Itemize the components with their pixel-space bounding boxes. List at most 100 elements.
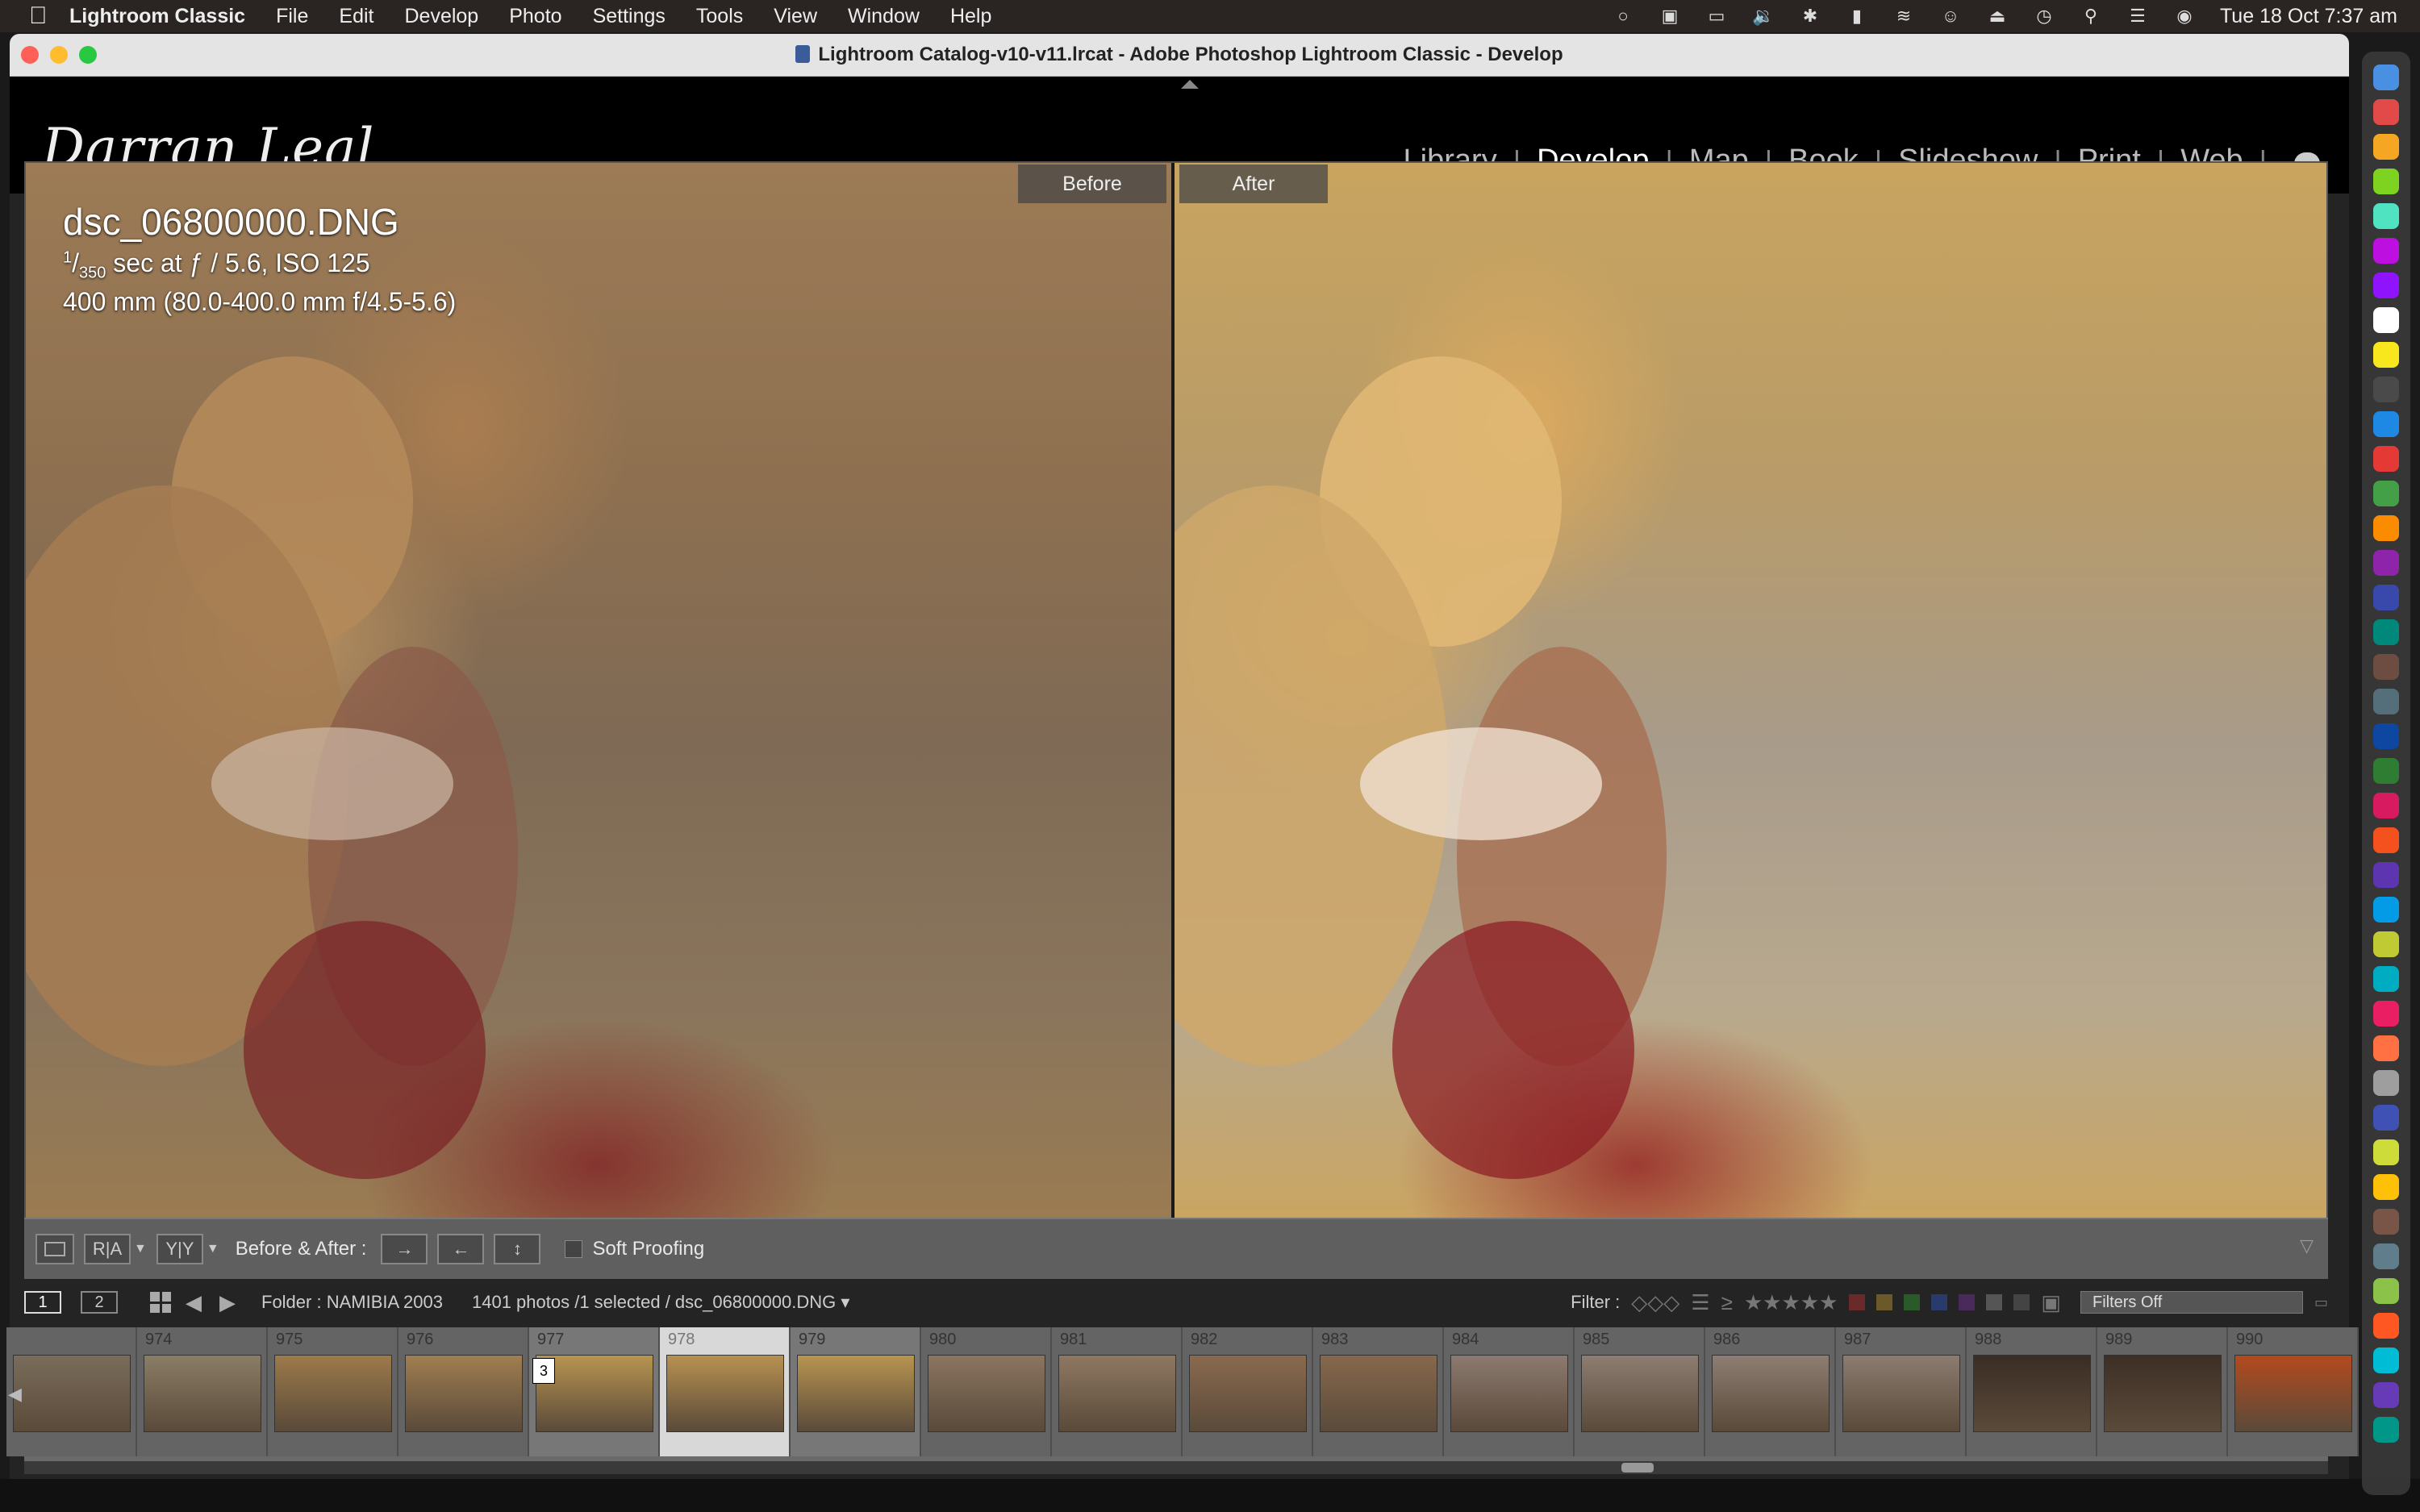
filmstrip-frame[interactable]: 985 (1575, 1327, 1705, 1456)
filmstrip-frame[interactable]: 976 (398, 1327, 529, 1456)
flag-filter-icon[interactable]: ◇◇◇ (1631, 1290, 1679, 1315)
main-window-button[interactable]: 1 (24, 1291, 61, 1314)
soft-proofing-checkbox[interactable] (565, 1240, 583, 1258)
wifi-icon[interactable]: ≋ (1892, 6, 1915, 26)
swap-before-after-button[interactable]: ↕ (494, 1234, 541, 1264)
dock-app-icon[interactable] (2373, 238, 2399, 264)
dock-app-icon[interactable] (2373, 273, 2399, 298)
yy-dropdown-icon[interactable]: ▼ (207, 1242, 219, 1256)
dock-app-icon[interactable] (2373, 1139, 2399, 1165)
battery-icon[interactable]: ▮ (1846, 6, 1868, 26)
dock-app-icon[interactable] (2373, 793, 2399, 818)
user-icon[interactable]: ☺ (1939, 6, 1962, 26)
copy-after-to-before-button[interactable]: ← (437, 1234, 485, 1264)
toolbar-menu-chevron-icon[interactable]: ▽ (2300, 1235, 2314, 1256)
blue-label-filter[interactable] (1931, 1294, 1948, 1310)
filters-dropdown[interactable]: Filters Off (2080, 1291, 2303, 1314)
dock-app-icon[interactable] (2373, 1174, 2399, 1200)
dock-app-icon[interactable] (2373, 1313, 2399, 1339)
filmstrip-scrollbar[interactable] (24, 1461, 2328, 1474)
menu-window[interactable]: Window (848, 5, 920, 28)
back-arrow-icon[interactable]: ◀ (186, 1290, 202, 1315)
time-machine-icon[interactable]: ◷ (2033, 6, 2055, 26)
menu-tools[interactable]: Tools (696, 5, 743, 28)
menu-app-name[interactable]: Lightroom Classic (69, 5, 245, 28)
dock-app-icon[interactable] (2373, 619, 2399, 645)
dock-app-icon[interactable] (2373, 1382, 2399, 1408)
menu-view[interactable]: View (774, 5, 817, 28)
filmstrip-frame[interactable]: 982 (1183, 1327, 1313, 1456)
after-photo[interactable]: After (1175, 163, 2326, 1218)
ra-view-button[interactable]: R|A (84, 1234, 131, 1264)
dock-app-icon[interactable] (2373, 931, 2399, 957)
dock-app-icon[interactable] (2373, 169, 2399, 194)
clock[interactable]: Tue 18 Oct 7:37 am (2220, 5, 2397, 28)
dock-app-icon[interactable] (2373, 758, 2399, 784)
filmstrip-frame[interactable]: 990 (2228, 1327, 2359, 1456)
purple-label-filter[interactable] (1959, 1294, 1976, 1310)
dock-app-icon[interactable] (2373, 1070, 2399, 1096)
dock-app-icon[interactable] (2373, 689, 2399, 714)
red-label-filter[interactable] (1849, 1294, 1866, 1310)
dock-app-icon[interactable] (2373, 1035, 2399, 1061)
dock-app-icon[interactable] (2373, 654, 2399, 680)
filter-switch-icon[interactable]: ▭ (2314, 1294, 2328, 1311)
dock-app-icon[interactable] (2373, 515, 2399, 541)
dock-app-icon[interactable] (2373, 723, 2399, 749)
loupe-view-button[interactable] (35, 1234, 74, 1264)
filmstrip-frame[interactable]: 986 (1705, 1327, 1836, 1456)
grid-view-icon[interactable] (150, 1292, 171, 1313)
volume-icon[interactable]: 🔉 (1752, 6, 1775, 26)
dock-app-icon[interactable] (2373, 342, 2399, 368)
dock-app-icon[interactable] (2373, 1243, 2399, 1269)
collapse-top-panel-icon[interactable] (1181, 80, 1199, 89)
filmstrip-frame[interactable]: 977 3 (529, 1327, 660, 1456)
rating-operator-icon[interactable]: ≥ (1721, 1290, 1733, 1315)
menu-photo[interactable]: Photo (509, 5, 561, 28)
dock-app-icon[interactable] (2373, 203, 2399, 229)
menu-file[interactable]: File (276, 5, 308, 28)
dock-app-icon[interactable] (2373, 1347, 2399, 1373)
dock-app-icon[interactable] (2373, 897, 2399, 923)
dock-app-icon[interactable] (2373, 307, 2399, 333)
dock-app-icon[interactable] (2373, 1209, 2399, 1235)
selected-file-dropdown[interactable]: dsc_06800000.DNG ▾ (675, 1292, 850, 1313)
menu-edit[interactable]: Edit (339, 5, 373, 28)
yellow-label-filter[interactable] (1876, 1294, 1893, 1310)
dock-app-icon[interactable] (2373, 481, 2399, 506)
edit-filter-icon[interactable]: ☰ (1691, 1290, 1709, 1315)
yy-view-button[interactable]: Y|Y (156, 1234, 203, 1264)
dock-app-icon[interactable] (2373, 862, 2399, 888)
filmstrip-frame[interactable]: 978 (660, 1327, 791, 1456)
dock-app-icon[interactable] (2373, 966, 2399, 992)
filmstrip-frame[interactable]: 983 (1313, 1327, 1444, 1456)
stage-manager-icon[interactable]: ▣ (1659, 6, 1681, 26)
filmstrip-frame[interactable]: 975 (268, 1327, 398, 1456)
filmstrip-scroll-thumb[interactable] (1621, 1463, 1654, 1472)
folder-breadcrumb[interactable]: Folder : NAMIBIA 2003 (261, 1292, 443, 1313)
dock-app-icon[interactable] (2373, 1417, 2399, 1443)
secondary-window-button[interactable]: 2 (81, 1291, 118, 1314)
star-rating-filter[interactable]: ★★★★★ (1744, 1290, 1838, 1315)
stack-count-badge[interactable]: 3 (532, 1358, 555, 1384)
menu-help[interactable]: Help (950, 5, 991, 28)
filmstrip-frame[interactable]: 987 (1836, 1327, 1967, 1456)
dock-app-icon[interactable] (2373, 377, 2399, 402)
filmstrip-left-arrow-icon[interactable]: ◀ (8, 1384, 22, 1405)
dock-app-icon[interactable] (2373, 1278, 2399, 1304)
ra-dropdown-icon[interactable]: ▼ (134, 1242, 147, 1256)
forward-arrow-icon[interactable]: ▶ (219, 1290, 236, 1315)
menu-develop[interactable]: Develop (404, 5, 478, 28)
dock-app-icon[interactable] (2373, 585, 2399, 610)
green-label-filter[interactable] (1904, 1294, 1921, 1310)
dock-app-icon[interactable] (2373, 1105, 2399, 1131)
filmstrip-frame[interactable]: 989 (2097, 1327, 2228, 1456)
filmstrip-frame[interactable] (6, 1327, 137, 1456)
before-photo[interactable]: Before dsc_06800000.DNG 1/350 sec at ƒ /… (26, 163, 1171, 1218)
dock-app-icon[interactable] (2373, 411, 2399, 437)
filmstrip-frame[interactable]: 979 (791, 1327, 921, 1456)
dock-app-icon[interactable] (2373, 134, 2399, 160)
filmstrip-frame[interactable]: 974 (137, 1327, 268, 1456)
dock-app-icon[interactable] (2373, 550, 2399, 576)
dock-app-icon[interactable] (2373, 1001, 2399, 1027)
